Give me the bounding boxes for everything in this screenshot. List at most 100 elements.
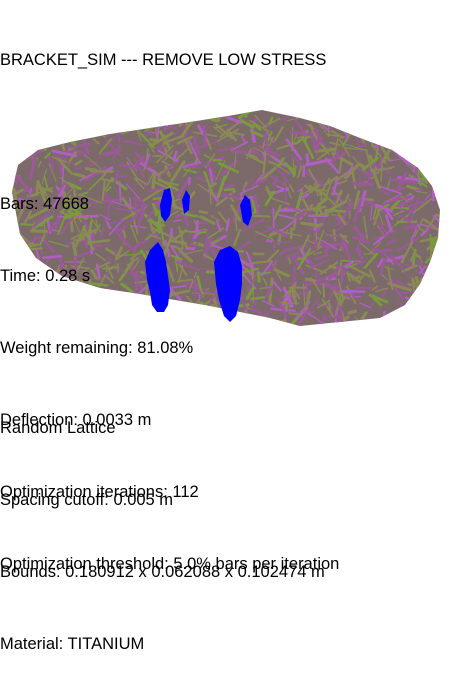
lattice-strut	[376, 108, 391, 114]
lattice-strut	[412, 104, 421, 108]
lattice-strut	[432, 110, 436, 134]
lattice-strut	[366, 116, 375, 118]
lattice-strut	[353, 130, 363, 136]
lattice-strut	[356, 128, 364, 132]
lattice-strut	[436, 128, 440, 136]
lattice-strut	[393, 129, 401, 148]
lattice-strut	[414, 164, 426, 167]
lattice-strut	[340, 121, 354, 127]
lattice-strut	[388, 109, 399, 125]
lattice-strut	[412, 301, 425, 320]
lattice-strut	[421, 279, 431, 298]
lattice-strut	[432, 250, 445, 261]
lattice-strut	[443, 191, 451, 202]
lattice-strut	[406, 298, 420, 305]
lattice-strut	[356, 326, 367, 327]
lattice-strut	[347, 108, 354, 111]
lattice-strut	[438, 85, 440, 106]
lattice-strut	[424, 137, 428, 149]
lattice-strut	[344, 291, 365, 292]
lattice-strut	[420, 294, 426, 299]
lattice-strut	[348, 110, 361, 127]
lattice-strut	[387, 107, 395, 112]
lattice-strut	[418, 121, 429, 138]
lattice-info-overlay: Random Lattice Spacing cutoff: 0.005 m B…	[0, 368, 325, 680]
lattice-strut	[431, 165, 445, 176]
lattice-strut	[379, 135, 381, 146]
lattice-strut	[381, 162, 382, 182]
lattice-strut	[438, 173, 440, 186]
lattice-strut	[376, 122, 378, 143]
lattice-strut	[443, 197, 451, 200]
lattice-strut	[403, 115, 423, 118]
lattice-strut	[435, 183, 443, 195]
lattice-strut	[413, 296, 428, 310]
lattice-strut	[354, 115, 374, 126]
material: Material: TITANIUM	[0, 632, 325, 656]
lattice-strut	[404, 304, 411, 308]
lattice-strut	[374, 325, 377, 335]
lattice-strut	[410, 108, 414, 124]
lattice-strut	[366, 199, 372, 200]
lattice-strut	[363, 324, 369, 327]
lattice-strut	[430, 147, 448, 156]
lattice-strut	[395, 323, 401, 329]
lattice-strut	[392, 321, 408, 325]
lattice-strut	[353, 112, 354, 129]
lattice-strut	[388, 317, 390, 331]
lattice-strut	[436, 110, 449, 119]
lattice-strut	[417, 144, 429, 160]
lattice-strut	[421, 115, 422, 129]
lattice-strut	[403, 129, 420, 138]
lattice-strut	[340, 117, 341, 126]
lattice-strut	[408, 315, 416, 316]
lattice-strut	[381, 112, 384, 119]
lattice-strut	[342, 237, 343, 250]
lattice-strut	[374, 112, 384, 121]
lattice-strut	[441, 325, 444, 331]
lattice-strut	[413, 308, 435, 315]
lattice-strut	[392, 128, 411, 129]
lattice-strut	[427, 312, 432, 334]
lattice-strut	[436, 241, 445, 245]
lattice-strut	[432, 123, 440, 140]
weight-remaining: Weight remaining: 81.08%	[0, 336, 339, 360]
lattice-strut	[428, 272, 429, 290]
lattice-strut	[422, 138, 428, 160]
lattice-strut	[342, 105, 351, 126]
lattice-strut	[356, 114, 375, 126]
lattice-strut	[415, 325, 430, 330]
lattice-strut	[431, 318, 436, 323]
lattice-strut	[380, 114, 396, 123]
lattice-strut	[440, 98, 442, 108]
lattice-strut	[415, 328, 426, 331]
spacer-line	[0, 120, 339, 144]
lattice-strut	[433, 185, 438, 190]
lattice-strut	[439, 233, 448, 238]
lattice-strut	[420, 294, 432, 315]
lattice-strut	[426, 294, 433, 301]
lattice-strut	[403, 146, 406, 151]
lattice-strut	[407, 317, 410, 334]
lattice-strut	[435, 313, 439, 326]
lattice-strut	[436, 317, 452, 325]
lattice-strut	[433, 284, 439, 298]
lattice-strut	[384, 110, 396, 117]
lattice-strut	[431, 127, 442, 141]
lattice-strut	[445, 204, 459, 213]
lattice-strut	[438, 246, 446, 250]
lattice-strut	[350, 325, 361, 338]
lattice-strut	[372, 132, 380, 135]
lattice-strut	[388, 318, 402, 319]
lattice-strut	[418, 125, 423, 130]
bounds: Bounds: 0.180912 x 0.062088 x 0.102474 m	[0, 560, 325, 584]
lattice-strut	[429, 281, 442, 286]
lattice-strut	[438, 308, 458, 313]
lattice-strut	[413, 148, 431, 151]
lattice-strut	[433, 299, 436, 316]
lattice-strut	[432, 113, 434, 124]
lattice-strut	[436, 130, 438, 151]
lattice-strut	[444, 167, 456, 179]
lattice-strut	[435, 248, 454, 261]
lattice-strut	[388, 315, 410, 318]
